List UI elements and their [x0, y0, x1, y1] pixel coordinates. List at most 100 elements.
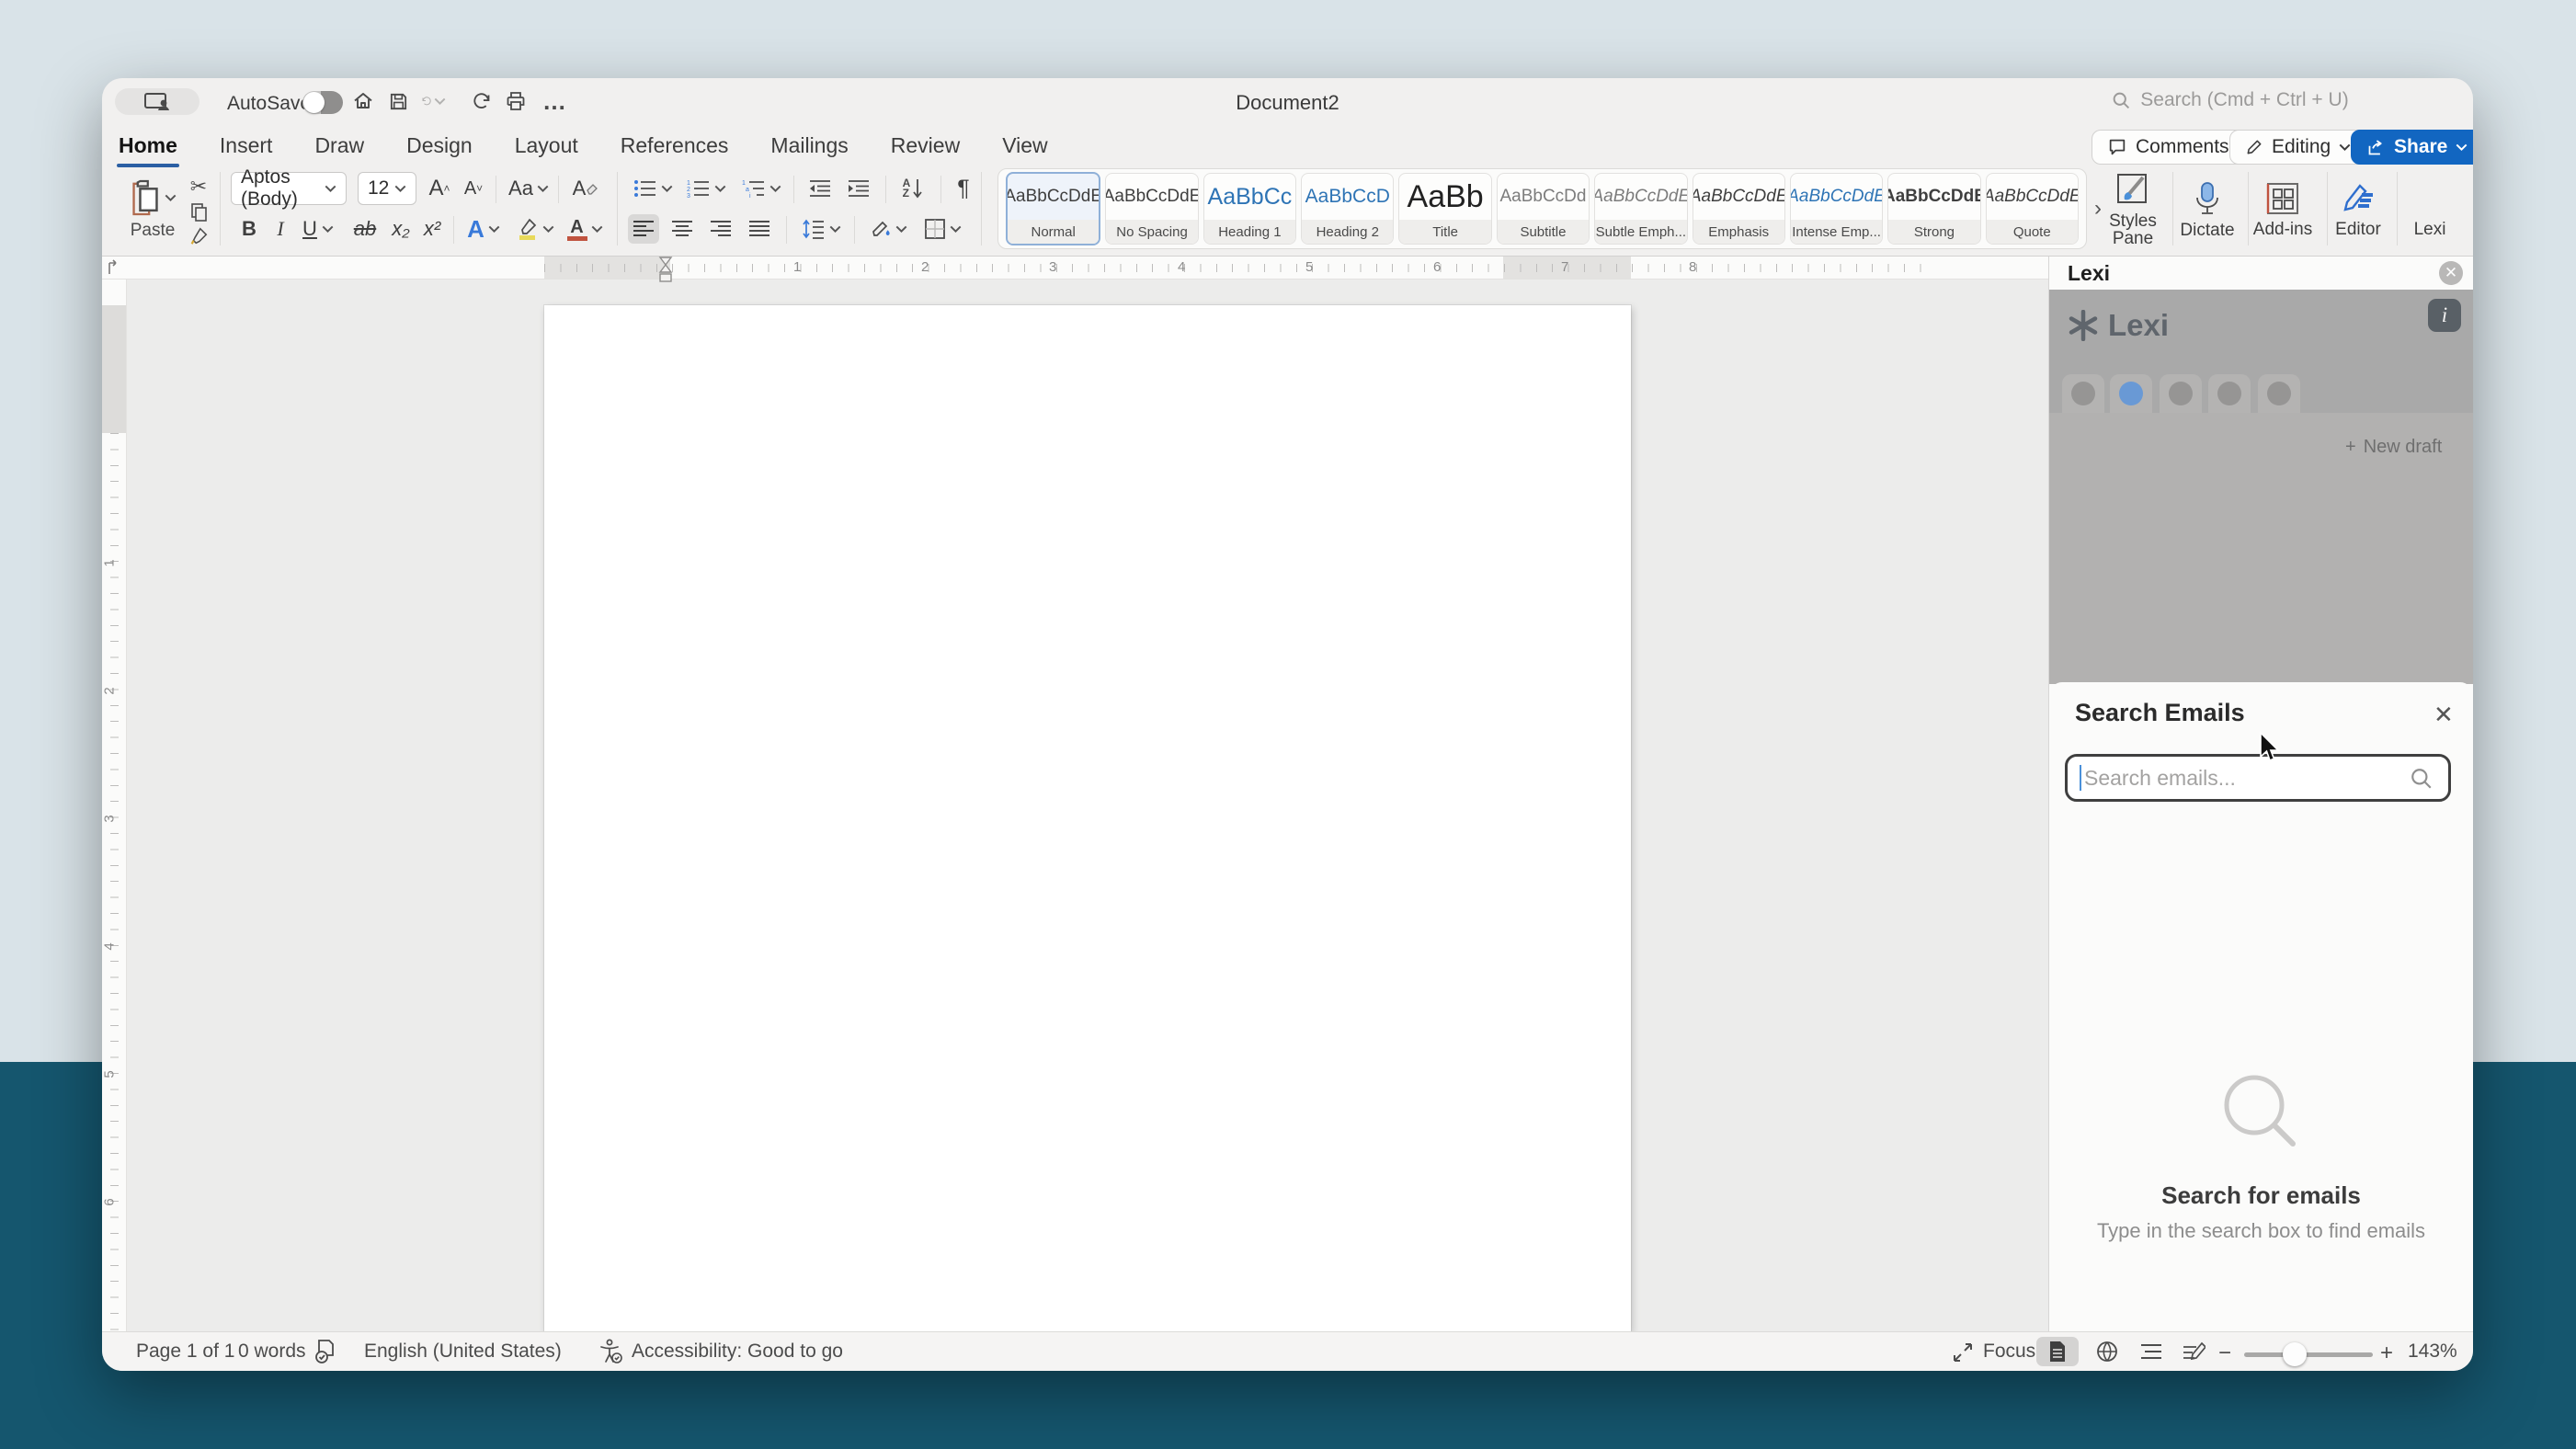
- increase-indent-icon[interactable]: [843, 174, 874, 203]
- tab-design[interactable]: Design: [405, 128, 474, 169]
- zoom-slider-thumb[interactable]: [2283, 1342, 2307, 1366]
- editing-mode-button[interactable]: Editing: [2229, 130, 2366, 165]
- lexi-tab-4[interactable]: [2208, 374, 2251, 413]
- line-spacing-button[interactable]: [797, 214, 845, 244]
- accessibility-icon[interactable]: [598, 1339, 622, 1364]
- share-button[interactable]: Share: [2351, 130, 2473, 165]
- accessibility-status[interactable]: Accessibility: Good to go: [632, 1341, 843, 1363]
- style-heading-2[interactable]: AaBbCcDHeading 2: [1301, 173, 1394, 245]
- dictate-button[interactable]: Dictate: [2172, 170, 2242, 249]
- style-quote[interactable]: AaBbCcDdEQuote: [1986, 173, 2079, 245]
- lexi-tab-2[interactable]: [2110, 374, 2152, 413]
- text-effects-button[interactable]: A: [462, 214, 505, 244]
- tab-mailings[interactable]: Mailings: [769, 128, 849, 169]
- change-case-button[interactable]: Aa: [507, 174, 551, 203]
- tab-layout[interactable]: Layout: [513, 128, 580, 169]
- language-status[interactable]: English (United States): [364, 1341, 562, 1363]
- style-normal[interactable]: AaBbCcDdENormal: [1006, 172, 1100, 245]
- shading-button[interactable]: [865, 214, 911, 244]
- shrink-font-button[interactable]: A˅: [461, 174, 486, 203]
- tab-insert[interactable]: Insert: [218, 128, 275, 169]
- focus-label[interactable]: Focus: [1983, 1341, 2035, 1363]
- outline-view-button[interactable]: [2130, 1337, 2172, 1366]
- document-page[interactable]: [544, 305, 1631, 1331]
- style-subtitle[interactable]: AaBbCcDdSubtitle: [1497, 173, 1590, 245]
- borders-button[interactable]: [918, 214, 966, 244]
- style-no-spacing[interactable]: AaBbCcDdENo Spacing: [1105, 173, 1198, 245]
- font-name-select[interactable]: Aptos (Body): [231, 172, 347, 205]
- style-heading-1[interactable]: AaBbCcHeading 1: [1203, 173, 1296, 245]
- tab-draw[interactable]: Draw: [313, 128, 366, 169]
- grow-font-button[interactable]: A˄: [426, 174, 453, 203]
- styles-gallery: AaBbCcDdENormal AaBbCcDdENo Spacing AaBb…: [997, 168, 2087, 249]
- style-title[interactable]: AaBbTitle: [1398, 173, 1491, 245]
- clear-formatting-button[interactable]: A: [569, 174, 602, 203]
- styles-pane-icon: [2115, 172, 2150, 207]
- style-emphasis[interactable]: AaBbCcDdEEmphasis: [1693, 173, 1785, 245]
- zoom-out-button[interactable]: −: [2218, 1341, 2231, 1366]
- ruler-number: 1: [102, 559, 118, 566]
- zoom-percentage[interactable]: 143%: [2408, 1341, 2457, 1363]
- lexi-tab-5[interactable]: [2258, 374, 2300, 413]
- spellcheck-icon[interactable]: [313, 1339, 337, 1364]
- info-button[interactable]: i: [2428, 299, 2461, 332]
- decrease-indent-icon[interactable]: [804, 174, 836, 203]
- lexi-tab-3[interactable]: [2160, 374, 2202, 413]
- bullets-button[interactable]: [630, 174, 676, 203]
- gallery-more-button[interactable]: ›: [2090, 196, 2106, 222]
- cut-icon[interactable]: ✂: [187, 176, 211, 198]
- justify-button[interactable]: [744, 214, 775, 244]
- subscript-button[interactable]: x₂: [387, 214, 415, 244]
- comments-button[interactable]: Comments: [2092, 130, 2245, 165]
- bold-button[interactable]: B: [236, 214, 262, 244]
- word-count[interactable]: 0 words: [238, 1341, 306, 1363]
- strikethrough-button[interactable]: ab: [348, 214, 382, 244]
- format-painter-icon[interactable]: [187, 225, 211, 247]
- zoom-slider-track[interactable]: [2244, 1352, 2373, 1357]
- lexi-panel-header: Lexi ✕: [2049, 257, 2473, 290]
- ruler-number: 3: [1049, 259, 1056, 275]
- copy-icon[interactable]: [187, 201, 211, 223]
- tab-selector-icon[interactable]: [107, 259, 121, 276]
- modal-close-icon[interactable]: ✕: [2434, 701, 2454, 729]
- lexi-ribbon-button[interactable]: Lexi: [2399, 170, 2461, 249]
- underline-button[interactable]: U: [297, 214, 339, 244]
- tab-review[interactable]: Review: [889, 128, 962, 169]
- font-size-select[interactable]: 12: [358, 172, 416, 205]
- italic-button[interactable]: I: [269, 214, 291, 244]
- font-color-button[interactable]: A: [564, 214, 606, 244]
- numbering-button[interactable]: 123: [683, 174, 729, 203]
- tab-references[interactable]: References: [619, 128, 731, 169]
- lexi-panel-close-icon[interactable]: ✕: [2439, 261, 2463, 285]
- addins-button[interactable]: Add-ins: [2248, 170, 2318, 249]
- page-count[interactable]: Page 1 of 1: [136, 1341, 234, 1363]
- align-right-button[interactable]: [705, 214, 736, 244]
- web-layout-view-button[interactable]: [2086, 1337, 2128, 1366]
- lexi-tab-1[interactable]: [2062, 374, 2104, 413]
- align-left-button[interactable]: [628, 214, 659, 244]
- styles-pane-button[interactable]: Styles Pane: [2106, 170, 2160, 249]
- style-intense-emphasis[interactable]: AaBbCcDdEIntense Emp...: [1790, 173, 1883, 245]
- zoom-in-button[interactable]: +: [2380, 1341, 2393, 1366]
- lexi-brand-label: Lexi: [2108, 308, 2169, 343]
- multilevel-list-button[interactable]: 1ai: [738, 174, 784, 203]
- indent-marker[interactable]: [657, 257, 674, 282]
- sort-icon[interactable]: AZ: [895, 174, 931, 203]
- paste-button[interactable]: Paste: [124, 170, 181, 249]
- tab-home[interactable]: Home: [117, 128, 179, 169]
- style-subtle-emphasis[interactable]: AaBbCcDdESubtle Emph...: [1594, 173, 1687, 245]
- new-draft-link[interactable]: + New draft: [2345, 437, 2442, 458]
- superscript-button[interactable]: x²: [418, 214, 446, 244]
- focus-icon[interactable]: [1952, 1341, 1974, 1363]
- align-center-button[interactable]: [667, 214, 698, 244]
- empty-search-icon: [2216, 1068, 2308, 1160]
- draft-view-button[interactable]: [2172, 1337, 2215, 1366]
- highlight-button[interactable]: [512, 214, 558, 244]
- show-paragraph-marks-button[interactable]: ¶: [950, 174, 977, 203]
- global-search[interactable]: Search (Cmd + Ctrl + U): [2069, 89, 2391, 111]
- editor-button[interactable]: Editor: [2325, 170, 2391, 249]
- svg-text:a: a: [746, 187, 749, 193]
- style-strong[interactable]: AaBbCcDdEStrong: [1887, 173, 1980, 245]
- print-layout-view-button[interactable]: [2036, 1337, 2079, 1366]
- tab-view[interactable]: View: [1000, 128, 1049, 169]
